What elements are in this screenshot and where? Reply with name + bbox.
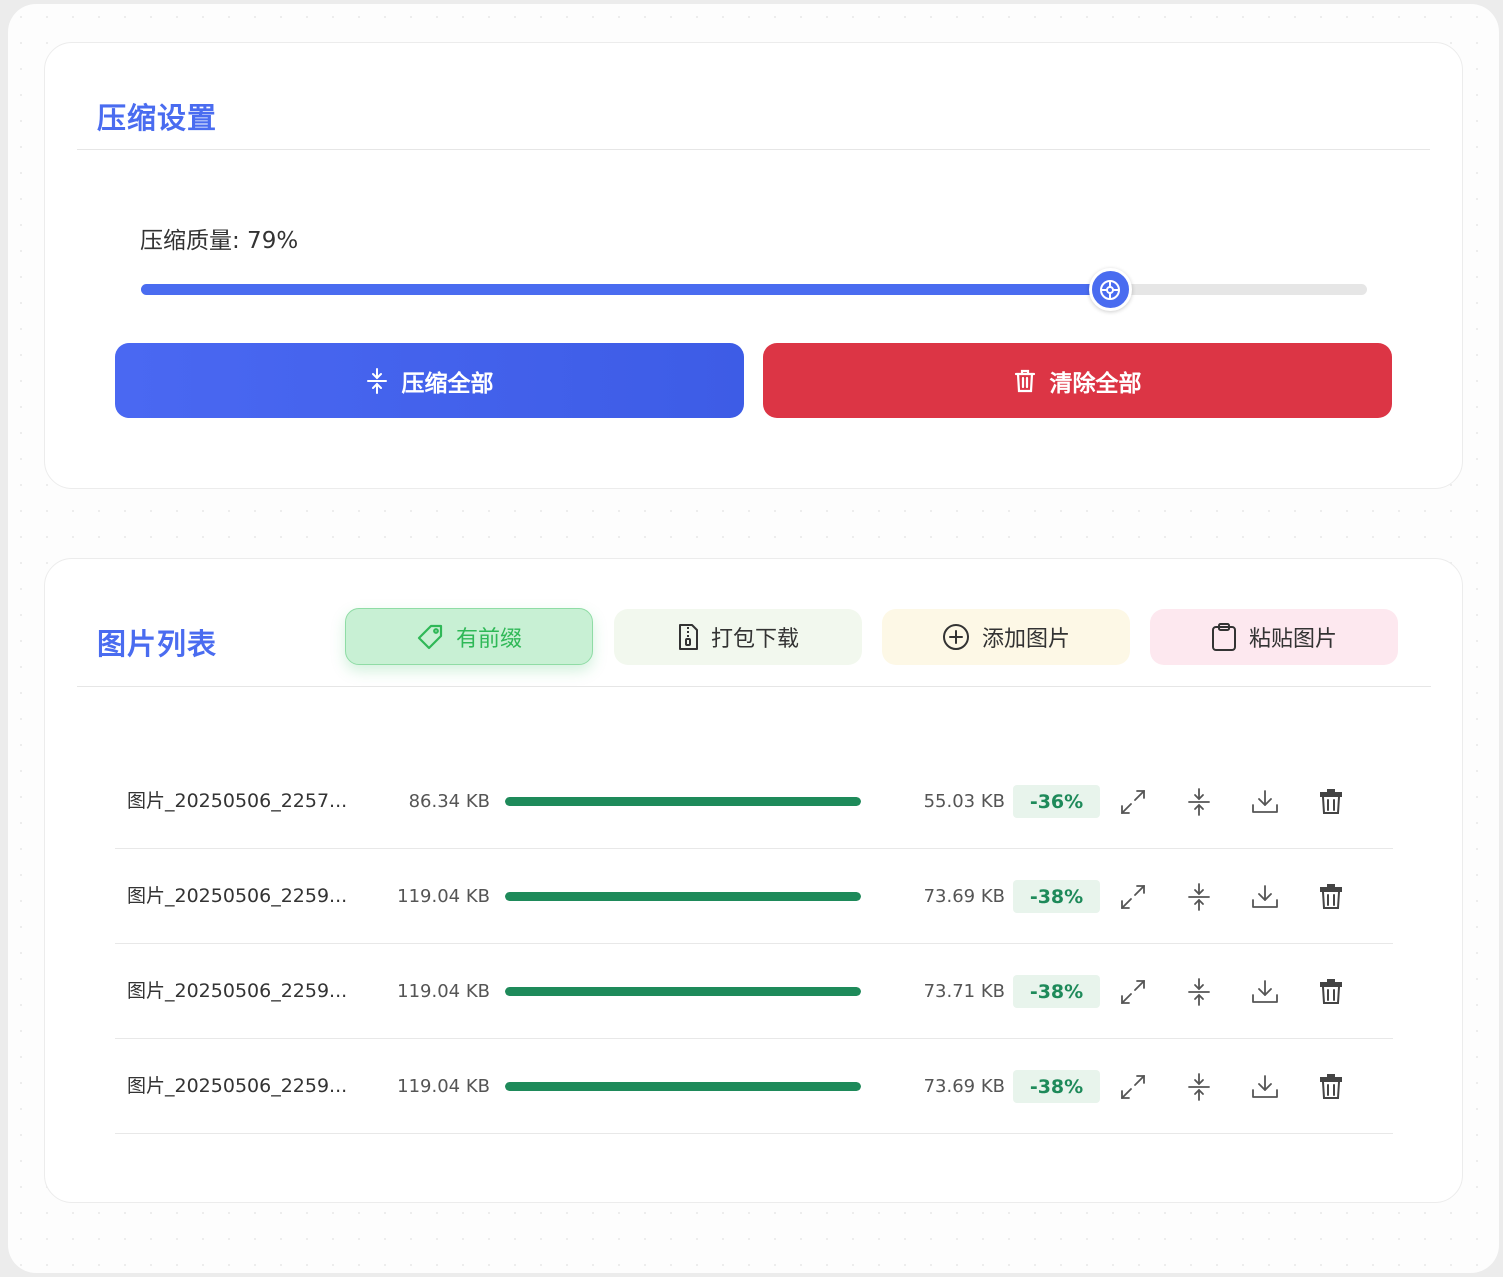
list-divider <box>77 686 1431 687</box>
compress-button[interactable] <box>1182 1070 1216 1104</box>
image-list-card: 图片列表 有前缀 打包下载 添加图片 粘贴图片 图片_20250506_2257… <box>44 558 1463 1203</box>
download-icon <box>1252 790 1278 813</box>
trash-icon <box>1320 979 1342 1004</box>
progress-bar <box>505 797 861 806</box>
file-name: 图片_20250506_2259... <box>127 980 348 1002</box>
original-size: 119.04 KB <box>397 981 490 1002</box>
zip-download-button[interactable]: 打包下载 <box>614 609 862 665</box>
paste-image-button[interactable]: 粘贴图片 <box>1150 609 1398 665</box>
progress-bar-fill <box>505 987 861 996</box>
compression-ratio-badge: -38% <box>1013 975 1100 1008</box>
add-image-label: 添加图片 <box>981 627 1070 652</box>
compress-arrows-icon <box>1188 1073 1210 1101</box>
image-list-title: 图片列表 <box>97 627 218 661</box>
download-button[interactable] <box>1248 880 1282 914</box>
compress-all-button[interactable]: 压缩全部 <box>115 343 744 418</box>
download-button[interactable] <box>1248 785 1282 819</box>
preview-button[interactable] <box>1116 785 1150 819</box>
download-button[interactable] <box>1248 975 1282 1009</box>
progress-bar <box>505 1082 861 1091</box>
delete-button[interactable] <box>1314 880 1348 914</box>
preview-button[interactable] <box>1116 975 1150 1009</box>
compress-button[interactable] <box>1182 975 1216 1009</box>
plus-circle-icon <box>942 624 969 650</box>
expand-icon <box>1121 885 1145 909</box>
compress-button[interactable] <box>1182 880 1216 914</box>
clipboard-icon <box>1211 623 1236 651</box>
progress-bar <box>505 987 861 996</box>
expand-icon <box>1121 980 1145 1004</box>
trash-icon <box>1320 1074 1342 1099</box>
table-row: 图片_20250506_2257... 86.34 KB 55.03 KB -3… <box>115 754 1393 849</box>
progress-bar-fill <box>505 1082 861 1091</box>
delete-button[interactable] <box>1314 1070 1348 1104</box>
expand-icon <box>1121 1075 1145 1099</box>
download-button[interactable] <box>1248 1070 1282 1104</box>
original-size: 119.04 KB <box>397 886 490 907</box>
quality-label: 压缩质量: 79% <box>140 228 299 254</box>
quality-slider-fill <box>141 284 1110 295</box>
download-icon <box>1252 885 1278 908</box>
table-row: 图片_20250506_2259... 119.04 KB 73.69 KB -… <box>115 849 1393 944</box>
compression-ratio-badge: -38% <box>1013 1070 1100 1103</box>
original-size: 86.34 KB <box>408 791 490 812</box>
trash-icon <box>1014 369 1035 392</box>
compression-ratio-badge: -36% <box>1013 785 1100 818</box>
quality-slider[interactable] <box>141 268 1367 311</box>
slider-handle-icon <box>1100 279 1121 300</box>
compress-arrows-icon <box>1188 788 1210 816</box>
preview-button[interactable] <box>1116 1070 1150 1104</box>
original-size: 119.04 KB <box>397 1076 490 1097</box>
quality-slider-thumb[interactable] <box>1088 268 1132 311</box>
compress-arrows-icon <box>1188 883 1210 911</box>
prefix-label: 有前缀 <box>455 626 522 652</box>
table-row: 图片_20250506_2259... 119.04 KB 73.69 KB -… <box>115 1039 1393 1134</box>
expand-icon <box>1121 790 1145 814</box>
delete-button[interactable] <box>1314 785 1348 819</box>
settings-divider <box>77 149 1430 150</box>
zip-file-icon <box>678 624 698 650</box>
compress-arrows-icon <box>366 367 387 394</box>
file-name: 图片_20250506_2259... <box>127 1075 348 1097</box>
trash-icon <box>1320 789 1342 814</box>
compressed-size: 73.69 KB <box>923 1076 1005 1097</box>
progress-bar <box>505 892 861 901</box>
compressed-size: 73.69 KB <box>923 886 1005 907</box>
file-name: 图片_20250506_2259... <box>127 885 348 907</box>
image-rows: 图片_20250506_2257... 86.34 KB 55.03 KB -3… <box>115 754 1393 1134</box>
compression-settings-card: 压缩设置 压缩质量: 79% 压缩全部 清除全部 <box>44 42 1463 489</box>
clear-all-button[interactable]: 清除全部 <box>763 343 1392 418</box>
progress-bar-fill <box>505 892 861 901</box>
prefix-toggle-button[interactable]: 有前缀 <box>345 608 593 665</box>
preview-button[interactable] <box>1116 880 1150 914</box>
zip-download-label: 打包下载 <box>710 627 799 652</box>
settings-title: 压缩设置 <box>97 101 218 135</box>
trash-icon <box>1320 884 1342 909</box>
compress-all-label: 压缩全部 <box>401 370 494 397</box>
progress-bar-fill <box>505 797 861 806</box>
tag-icon <box>417 624 443 649</box>
delete-button[interactable] <box>1314 975 1348 1009</box>
download-icon <box>1252 980 1278 1003</box>
add-image-button[interactable]: 添加图片 <box>882 609 1130 665</box>
compress-arrows-icon <box>1188 978 1210 1006</box>
clear-all-label: 清除全部 <box>1049 370 1142 397</box>
compress-button[interactable] <box>1182 785 1216 819</box>
file-name: 图片_20250506_2257... <box>127 790 348 812</box>
app-frame: 压缩设置 压缩质量: 79% 压缩全部 清除全部 图片列表 有前缀 打包下载 添… <box>8 4 1499 1273</box>
download-icon <box>1252 1075 1278 1098</box>
compression-ratio-badge: -38% <box>1013 880 1100 913</box>
compressed-size: 55.03 KB <box>923 791 1005 812</box>
table-row: 图片_20250506_2259... 119.04 KB 73.71 KB -… <box>115 944 1393 1039</box>
paste-image-label: 粘贴图片 <box>1248 627 1337 652</box>
compressed-size: 73.71 KB <box>923 981 1005 1002</box>
